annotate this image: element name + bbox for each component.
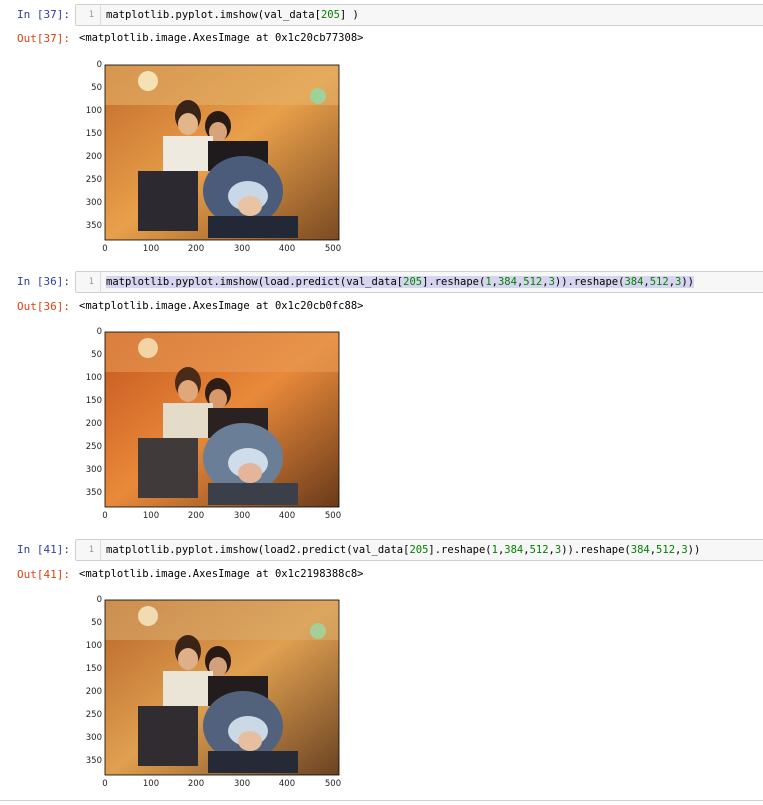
code-input-area[interactable]: 1 matplotlib.pyplot.imshow(load.predict(… [75, 271, 763, 293]
x-tick-label: 100 [142, 779, 160, 789]
code-line[interactable]: matplotlib.pyplot.imshow(val_data[205] ) [106, 5, 359, 25]
y-tick-label: 350 [85, 221, 102, 231]
in-prompt: In [37]: [17, 8, 70, 21]
line-number: 1 [88, 277, 94, 287]
photo-reconstruction-2 [105, 600, 339, 775]
x-tick-label: 500 [324, 244, 342, 254]
y-tick-label: 150 [85, 664, 102, 674]
y-tick-label: 100 [85, 106, 102, 116]
x-tick-label: 400 [278, 779, 296, 789]
output-text: <matplotlib.image.AxesImage at 0x1c20cb0… [79, 300, 364, 312]
code-line[interactable]: matplotlib.pyplot.imshow(load.predict(va… [106, 272, 695, 292]
y-tick-label: 0 [96, 327, 102, 337]
x-tick-label: 300 [233, 779, 251, 789]
line-number: 1 [88, 545, 94, 555]
output-text: <matplotlib.image.AxesImage at 0x1c20cb7… [79, 32, 364, 44]
y-tick-label: 50 [91, 350, 102, 360]
y-tick-label: 100 [85, 373, 102, 383]
out-prompt: Out[37]: [17, 32, 70, 45]
y-tick-label: 200 [85, 152, 102, 162]
y-tick-label: 150 [85, 396, 102, 406]
x-tick-label: 500 [324, 779, 342, 789]
x-tick-label: 500 [324, 511, 342, 521]
photo-original [105, 65, 339, 240]
y-tick-label: 250 [85, 175, 102, 185]
out-prompt: Out[36]: [17, 300, 70, 313]
y-tick-label: 250 [85, 442, 102, 452]
y-tick-label: 50 [91, 83, 102, 93]
line-number-gutter: 1 [76, 272, 101, 292]
input-row: In [37]: 1 matplotlib.pyplot.imshow(val_… [0, 4, 763, 26]
imshow-plot: 0 50 100 150 200 250 300 350 0 100 200 3… [78, 591, 358, 801]
imshow-plot: 0 50 100 150 200 250 300 350 0 100 200 3… [78, 323, 358, 533]
code-input-area[interactable]: 1 matplotlib.pyplot.imshow(val_data[205]… [75, 4, 763, 26]
x-tick-label: 200 [187, 511, 205, 521]
y-tick-label: 200 [85, 687, 102, 697]
y-tick-label: 250 [85, 710, 102, 720]
divider [0, 800, 763, 801]
y-tick-label: 150 [85, 129, 102, 139]
y-tick-label: 350 [85, 756, 102, 766]
line-number: 1 [88, 10, 94, 20]
code-line[interactable]: matplotlib.pyplot.imshow(load2.predict(v… [106, 540, 700, 560]
output-text: <matplotlib.image.AxesImage at 0x1c21983… [79, 568, 364, 580]
in-prompt: In [41]: [17, 543, 70, 556]
line-number-gutter: 1 [76, 5, 101, 25]
y-tick-label: 0 [96, 595, 102, 605]
code-input-area[interactable]: 1 matplotlib.pyplot.imshow(load2.predict… [75, 539, 763, 561]
input-row: In [41]: 1 matplotlib.pyplot.imshow(load… [0, 539, 763, 561]
y-tick-label: 300 [85, 733, 102, 743]
y-tick-label: 200 [85, 419, 102, 429]
y-tick-label: 50 [91, 618, 102, 628]
y-tick-label: 350 [85, 488, 102, 498]
y-tick-label: 100 [85, 641, 102, 651]
x-tick-label: 0 [102, 511, 108, 521]
in-prompt: In [36]: [17, 275, 70, 288]
x-tick-label: 300 [233, 244, 251, 254]
y-tick-label: 300 [85, 465, 102, 475]
x-tick-label: 400 [278, 511, 296, 521]
plot-svg [104, 599, 340, 776]
plot-svg [104, 64, 340, 241]
line-number-gutter: 1 [76, 540, 101, 560]
y-tick-label: 0 [96, 60, 102, 70]
x-tick-label: 100 [142, 511, 160, 521]
y-tick-label: 300 [85, 198, 102, 208]
x-tick-label: 200 [187, 779, 205, 789]
out-prompt: Out[41]: [17, 568, 70, 581]
input-row: In [36]: 1 matplotlib.pyplot.imshow(load… [0, 271, 763, 293]
x-tick-label: 100 [142, 244, 160, 254]
x-tick-label: 200 [187, 244, 205, 254]
x-tick-label: 300 [233, 511, 251, 521]
x-tick-label: 0 [102, 244, 108, 254]
x-tick-label: 0 [102, 779, 108, 789]
x-tick-label: 400 [278, 244, 296, 254]
imshow-plot: 0 50 100 150 200 250 300 350 0 100 200 3… [78, 56, 358, 266]
photo-reconstruction-1 [105, 332, 339, 507]
plot-svg [104, 331, 340, 508]
